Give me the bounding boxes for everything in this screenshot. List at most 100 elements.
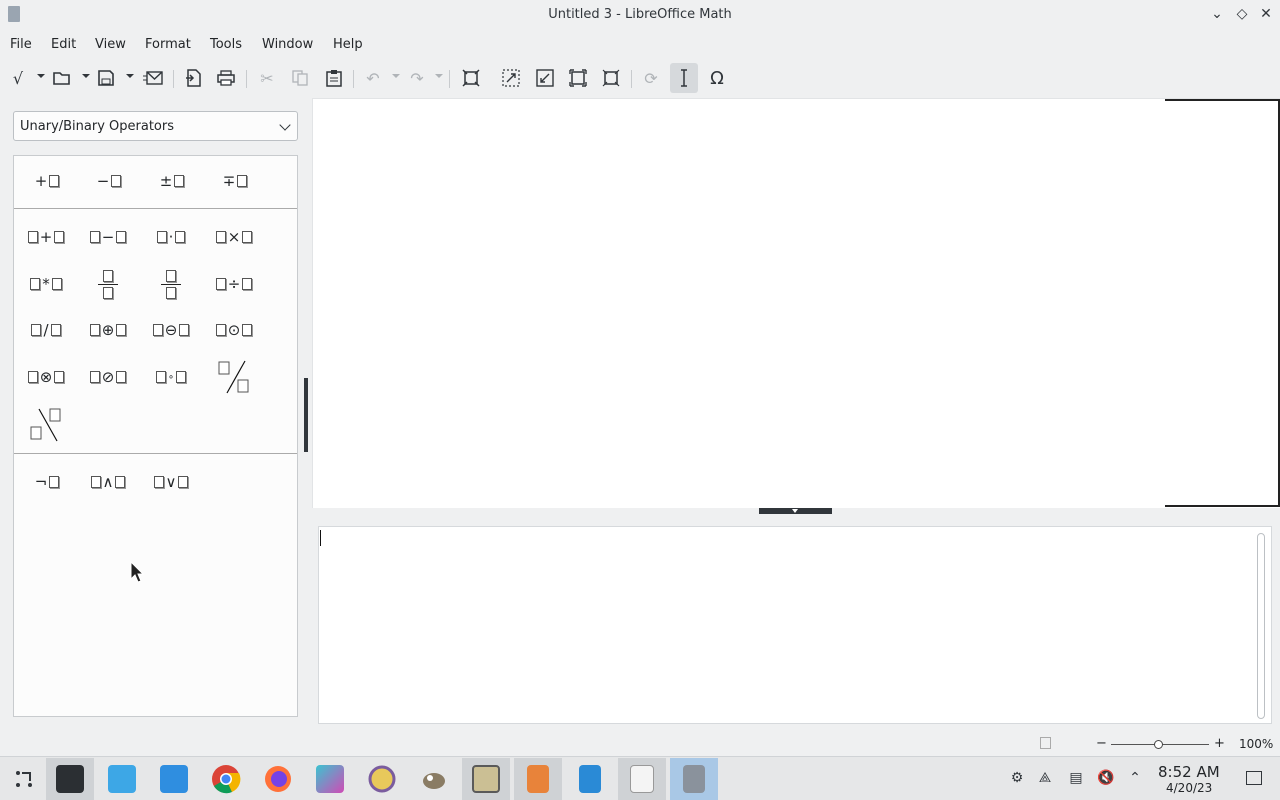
zoom-level[interactable]: 100% (1239, 737, 1273, 751)
cut-icon[interactable]: ✂ (255, 66, 279, 90)
menu-help[interactable]: Help (333, 37, 363, 52)
chrome-icon[interactable] (202, 758, 250, 800)
menu-tools[interactable]: Tools (210, 37, 242, 52)
menu-file[interactable]: File (10, 37, 32, 52)
element-binary-asterisk[interactable]: * (24, 269, 68, 299)
network-manager-icon[interactable]: ⚙ (1008, 769, 1026, 787)
undo-dropdown-icon[interactable] (392, 74, 400, 78)
editor-splitter[interactable] (759, 508, 832, 514)
element-circled-dot[interactable]: ⊙ (212, 315, 256, 345)
formula-command-editor[interactable] (318, 526, 1272, 724)
krita-icon[interactable] (306, 758, 354, 800)
element-binary-dot[interactable]: · (149, 222, 193, 252)
save-icon[interactable] (94, 66, 118, 90)
clock-time[interactable]: 8:52 AM (1158, 763, 1220, 781)
open-icon[interactable] (50, 66, 74, 90)
element-boolean-not[interactable]: ¬ (24, 467, 68, 497)
pdf-reader-icon[interactable] (618, 758, 666, 800)
maximize-button[interactable]: ◇ (1234, 6, 1250, 22)
element-circled-plus[interactable]: ⊕ (86, 315, 130, 345)
gimp-icon[interactable] (410, 758, 458, 800)
writer-icon[interactable] (566, 758, 614, 800)
close-button[interactable]: ✕ (1258, 6, 1274, 22)
symbols-icon[interactable]: Ω (705, 66, 729, 90)
copy-icon[interactable] (288, 66, 312, 90)
undo-icon[interactable]: ↶ (361, 66, 385, 90)
discover-icon[interactable] (98, 758, 146, 800)
formula-preview[interactable] (312, 98, 1280, 508)
placeholder-icon (50, 324, 61, 336)
element-boolean-or[interactable]: ∨ (149, 467, 193, 497)
firefox-icon[interactable] (254, 758, 302, 800)
placeholder-icon (179, 324, 190, 336)
clock-date[interactable]: 4/20/23 (1166, 781, 1212, 795)
element-circled-times[interactable]: ⊗ (24, 362, 68, 392)
placeholder-icon (54, 371, 65, 383)
show-desktop-icon[interactable] (1246, 771, 1262, 785)
email-icon[interactable] (141, 66, 165, 90)
update-icon[interactable]: ⟳ (639, 66, 663, 90)
new-dropdown-icon[interactable] (37, 74, 45, 78)
menu-window[interactable]: Window (262, 37, 313, 52)
file-manager-icon[interactable] (150, 758, 198, 800)
element-wide-slash[interactable] (212, 356, 256, 398)
element-boolean-and[interactable]: ∧ (86, 467, 130, 497)
show-all-icon[interactable] (566, 66, 590, 90)
element-minus-plus[interactable]: ∓ (212, 166, 256, 196)
tray-expand-icon[interactable]: ⌃ (1126, 769, 1144, 787)
element-binary-slash[interactable]: / (24, 315, 68, 345)
menu-view[interactable]: View (95, 37, 126, 52)
impress-icon[interactable] (514, 758, 562, 800)
paste-icon[interactable] (322, 66, 346, 90)
zoom-out-icon[interactable] (533, 66, 557, 90)
elements-category-select[interactable]: Unary/Binary Operators (13, 111, 298, 141)
minimize-button[interactable]: ⌄ (1209, 6, 1225, 22)
formula-cursor-toggle-icon[interactable] (670, 63, 698, 93)
placeholder-icon (242, 231, 253, 243)
formula-new-icon[interactable]: √ (6, 66, 30, 90)
element-plus-minus[interactable]: ± (149, 166, 193, 196)
element-unary-plus[interactable]: + (24, 166, 68, 196)
sidebar-splitter[interactable] (304, 378, 308, 452)
export-pdf-icon[interactable] (181, 66, 205, 90)
element-circle-composition[interactable]: ∘ (149, 362, 193, 392)
clipboard-icon[interactable]: ▤ (1067, 769, 1085, 787)
placeholder-icon (90, 476, 101, 488)
zoom-in-icon[interactable] (499, 66, 523, 90)
element-binary-plus[interactable]: + (24, 222, 68, 252)
operator-glyph: ÷ (227, 275, 241, 293)
formula-cursor-icon[interactable] (599, 66, 623, 90)
menu-edit[interactable]: Edit (51, 37, 76, 52)
element-binary-divide[interactable]: ÷ (212, 269, 256, 299)
title-bar: Untitled 3 - LibreOffice Math ⌄ ◇ ✕ (0, 0, 1280, 30)
element-wide-fraction[interactable] (149, 264, 193, 304)
image-viewer-icon[interactable] (462, 758, 510, 800)
element-wide-backslash[interactable] (24, 404, 68, 446)
zoom-in-button[interactable]: + (1214, 736, 1225, 751)
system-settings-icon[interactable] (46, 758, 94, 800)
editor-scrollbar[interactable] (1257, 533, 1265, 719)
element-circled-slash[interactable]: ⊘ (86, 362, 130, 392)
placeholder-icon (242, 278, 253, 290)
print-icon[interactable] (214, 66, 238, 90)
zoom-100-icon[interactable] (459, 66, 483, 90)
open-dropdown-icon[interactable] (82, 74, 90, 78)
pidgin-icon[interactable] (358, 758, 406, 800)
element-unary-minus[interactable]: − (86, 166, 130, 196)
volume-muted-icon[interactable]: 🔇 (1097, 769, 1115, 787)
redo-icon[interactable]: ↷ (405, 66, 429, 90)
zoom-out-button[interactable]: − (1096, 736, 1107, 751)
operator-glyph: − (101, 228, 115, 246)
libreoffice-math-icon[interactable] (670, 758, 718, 800)
app-launcher-icon[interactable] (0, 758, 48, 800)
placeholder-icon (175, 231, 186, 243)
element-binary-minus[interactable]: − (86, 222, 130, 252)
zoom-slider-handle[interactable] (1154, 740, 1163, 749)
element-binary-times[interactable]: × (212, 222, 256, 252)
menu-format[interactable]: Format (145, 37, 191, 52)
save-dropdown-icon[interactable] (126, 74, 134, 78)
kde-connect-icon[interactable]: ⟁ (1036, 769, 1054, 787)
redo-dropdown-icon[interactable] (435, 74, 443, 78)
element-circled-minus[interactable]: ⊖ (149, 315, 193, 345)
element-fraction[interactable] (86, 264, 130, 304)
